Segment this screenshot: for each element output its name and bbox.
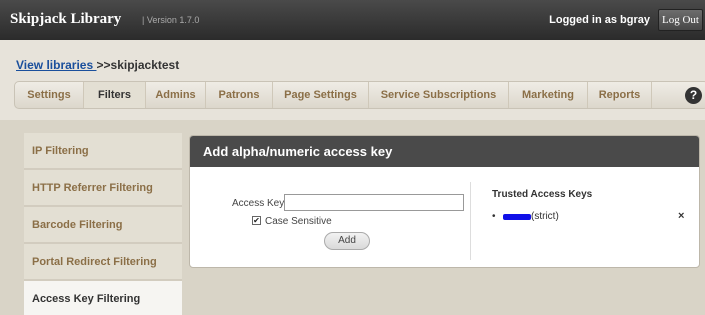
breadcrumb: View libraries >>skipjacktest xyxy=(16,58,179,72)
nav-item-barcode-filtering[interactable]: Barcode Filtering xyxy=(24,207,182,244)
divider xyxy=(470,182,471,260)
breadcrumb-current: skipjacktest xyxy=(110,58,180,72)
logout-button[interactable]: Log Out xyxy=(658,9,703,31)
add-button[interactable]: Add xyxy=(324,232,370,250)
nav-item-ip-filtering[interactable]: IP Filtering xyxy=(24,133,182,170)
tab-service-subscriptions[interactable]: Service Subscriptions xyxy=(369,82,509,108)
access-key-panel: Add alpha/numeric access key Access Key:… xyxy=(189,135,700,268)
filter-nav: IP Filtering HTTP Referrer Filtering Bar… xyxy=(24,133,182,315)
trusted-keys-heading: Trusted Access Keys xyxy=(492,189,593,200)
logged-in-status: Logged in as bgray xyxy=(549,14,650,26)
access-key-input[interactable] xyxy=(284,194,464,211)
view-libraries-link[interactable]: View libraries xyxy=(16,58,97,72)
tab-page-settings[interactable]: Page Settings xyxy=(273,82,369,108)
case-sensitive-checkbox[interactable]: ✔ xyxy=(252,216,261,225)
breadcrumb-separator: >> xyxy=(96,58,111,72)
tab-settings[interactable]: Settings xyxy=(15,82,84,108)
key-bullet: • xyxy=(492,211,496,222)
help-icon[interactable]: ? xyxy=(685,87,702,104)
tab-bar: Settings Filters Admins Patrons Page Set… xyxy=(14,81,705,109)
redacted-key xyxy=(503,214,531,220)
top-bar: Skipjack Library | Version 1.7.0 Logged … xyxy=(0,0,705,40)
tab-admins[interactable]: Admins xyxy=(146,82,206,108)
trusted-key-text: (strict) xyxy=(531,211,559,222)
case-sensitive-label: Case Sensitive xyxy=(265,216,332,227)
tab-patrons[interactable]: Patrons xyxy=(206,82,273,108)
tab-marketing[interactable]: Marketing xyxy=(509,82,588,108)
version-label: | Version 1.7.0 xyxy=(142,15,200,25)
app-title: Skipjack Library xyxy=(10,11,122,27)
panel-title: Add alpha/numeric access key xyxy=(190,136,699,167)
nav-item-portal-redirect-filtering[interactable]: Portal Redirect Filtering xyxy=(24,244,182,281)
tab-reports[interactable]: Reports xyxy=(588,82,652,108)
nav-item-http-referrer-filtering[interactable]: HTTP Referrer Filtering xyxy=(24,170,182,207)
access-key-label: Access Key: xyxy=(232,198,288,209)
nav-item-access-key-filtering[interactable]: Access Key Filtering xyxy=(24,281,182,315)
tab-filters[interactable]: Filters xyxy=(84,82,146,108)
remove-key-icon[interactable]: × xyxy=(678,210,684,222)
